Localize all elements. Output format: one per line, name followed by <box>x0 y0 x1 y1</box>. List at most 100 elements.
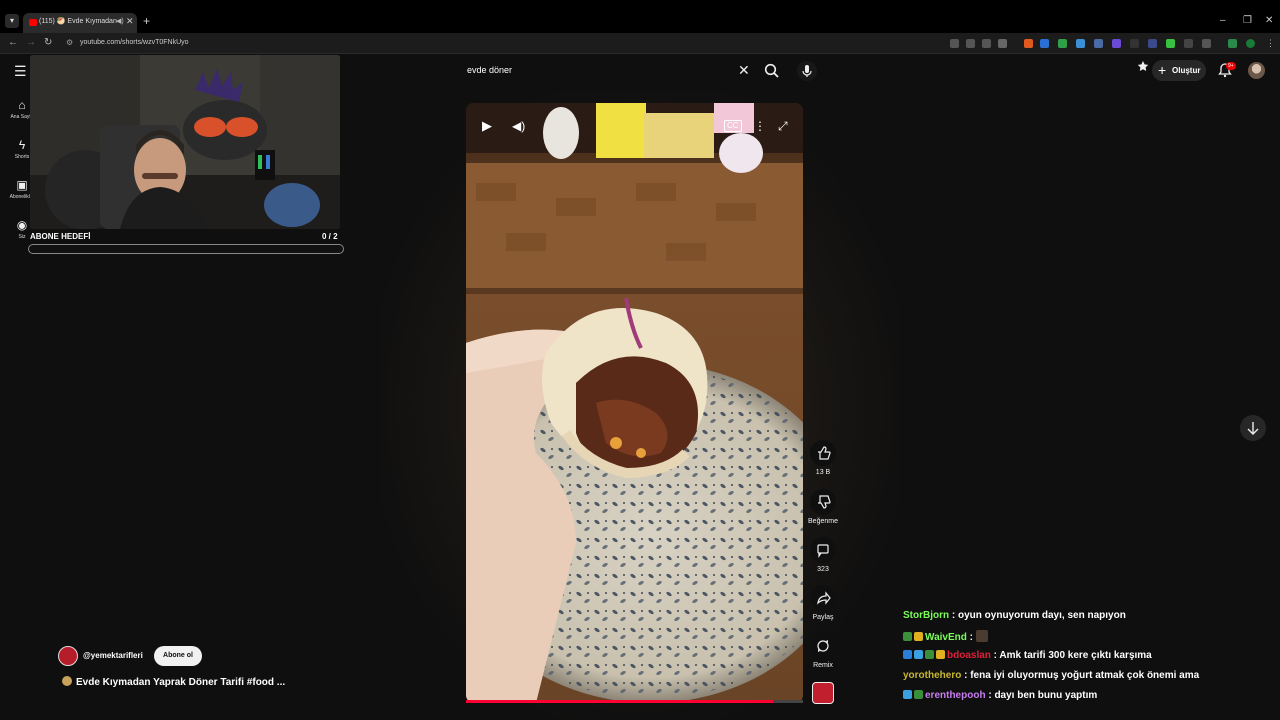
thumbs-up-icon <box>810 440 836 466</box>
chat-badge-icon <box>936 650 945 659</box>
chat-message: erenthepooh : dayı ben bunu yaptım <box>903 690 1097 701</box>
subscribe-button[interactable]: Abone ol <box>154 646 202 666</box>
hamburger-menu-icon[interactable]: ☰ <box>14 64 27 78</box>
browser-tab-bar: ▾ (115) 🥙 Evde Kıymadan Ya... ◀) ✕ + – ❐… <box>0 0 1280 33</box>
profile-icon[interactable] <box>1246 39 1255 48</box>
chat-badge-icon <box>903 690 912 699</box>
dislike-button[interactable]: Beğenme <box>806 489 840 525</box>
tab-title: (115) 🥙 Evde Kıymadan Ya... <box>39 18 119 25</box>
streamer-webcam <box>30 55 340 229</box>
thumbs-down-icon <box>810 489 836 515</box>
chat-username: yorothehero <box>903 670 962 681</box>
zoom-icon[interactable] <box>966 39 975 48</box>
like-count: 13 B <box>815 469 831 476</box>
search-input[interactable]: evde döner <box>467 65 512 75</box>
tab-close-icon[interactable]: ✕ <box>126 16 134 27</box>
chat-text: : <box>966 632 976 643</box>
eye-off-icon[interactable] <box>982 39 991 48</box>
comment-icon <box>810 537 836 563</box>
channel-handle[interactable]: @yemektarifleri <box>83 651 143 660</box>
extension-icon[interactable] <box>1130 39 1139 48</box>
subscriber-goal-label: ABONE HEDEFİ <box>30 232 91 241</box>
shorts-video-player[interactable]: ▶ ◀) CC ⋮ ⤢ <box>466 103 803 703</box>
extension-icon[interactable] <box>1058 39 1067 48</box>
extension-icon[interactable] <box>1076 39 1085 48</box>
microphone-icon[interactable] <box>797 61 817 81</box>
create-label: Oluştur <box>1172 66 1201 75</box>
chat-username: WaivEnd <box>925 632 967 643</box>
remix-label: Remix <box>813 662 833 669</box>
video-frame <box>466 103 803 703</box>
speaker-icon[interactable]: ◀) <box>116 17 124 25</box>
reload-icon[interactable]: ↻ <box>44 37 52 49</box>
video-progress-fill <box>466 700 773 703</box>
remix-button[interactable]: Remix <box>806 633 840 669</box>
forward-icon[interactable]: → <box>26 37 36 49</box>
tab-search-button[interactable]: ▾ <box>5 14 19 28</box>
next-video-button[interactable] <box>1240 415 1266 441</box>
comments-button[interactable]: 323 <box>806 537 840 573</box>
captions-icon[interactable]: CC <box>724 120 742 132</box>
address-bar[interactable]: ⚙ youtube.com/shorts/wzvT0FNkUyo <box>60 35 1060 52</box>
search-icon[interactable] <box>763 62 781 80</box>
extension-icon[interactable] <box>1024 39 1033 48</box>
fullscreen-icon[interactable]: ⤢ <box>778 119 788 133</box>
cast-icon[interactable] <box>950 39 959 48</box>
extensions-puzzle-icon[interactable] <box>1202 39 1211 48</box>
food-emoji-icon <box>62 676 72 686</box>
back-icon[interactable]: ← <box>8 37 18 49</box>
minimize-icon[interactable]: – <box>1220 15 1226 27</box>
chat-message: bdoaslan : Amk tarifi 300 kere çıktı kar… <box>903 650 1152 661</box>
share-button[interactable]: Paylaş <box>806 585 840 621</box>
chat-text: : oyun oynuyorum dayı, sen napıyon <box>949 610 1126 621</box>
chat-text: : Amk tarifi 300 kere çıktı karşıma <box>990 650 1152 661</box>
extension-icon[interactable] <box>1166 39 1175 48</box>
extension-icon[interactable] <box>1112 39 1121 48</box>
more-options-icon[interactable]: ⋮ <box>754 119 766 133</box>
chat-badge-icon <box>903 632 912 641</box>
avatar[interactable] <box>1248 62 1265 79</box>
url-text: youtube.com/shorts/wzvT0FNkUyo <box>80 39 189 46</box>
video-progress-bar[interactable] <box>466 700 803 703</box>
video-title[interactable]: Evde Kıymadan Yaprak Döner Tarifi #food … <box>62 676 285 688</box>
extension-icon[interactable] <box>1184 39 1193 48</box>
create-button[interactable]: + Oluştur <box>1152 60 1206 81</box>
new-tab-button[interactable]: + <box>143 15 150 27</box>
extension-icon[interactable] <box>1228 39 1237 48</box>
plus-icon: + <box>1158 62 1167 78</box>
browser-toolbar: ← → ↻ ⚙ youtube.com/shorts/wzvT0FNkUyo ⋮ <box>0 33 1280 54</box>
share-label: Paylaş <box>812 614 834 621</box>
channel-avatar-thumbnail[interactable] <box>812 682 834 704</box>
restore-icon[interactable]: ❐ <box>1243 15 1252 27</box>
play-icon[interactable]: ▶ <box>482 119 492 133</box>
volume-icon[interactable]: ◀) <box>512 119 525 133</box>
subscriber-goal-bar <box>28 244 344 254</box>
extension-icon[interactable] <box>1040 39 1049 48</box>
chat-username: erenthepooh <box>925 690 986 701</box>
extension-icon[interactable] <box>1094 39 1103 48</box>
site-info-icon[interactable]: ⚙ <box>66 38 73 47</box>
like-button[interactable]: 13 B <box>806 440 840 476</box>
chat-message: yorothehero : fena iyi oluyormuş yoğurt … <box>903 670 1199 681</box>
close-window-icon[interactable]: ✕ <box>1265 15 1273 27</box>
channel-avatar[interactable] <box>58 646 78 666</box>
clear-search-icon[interactable]: ✕ <box>738 62 750 78</box>
notification-badge: 9+ <box>1226 62 1236 70</box>
extension-icon[interactable] <box>1148 39 1157 48</box>
youtube-favicon-icon <box>29 19 37 26</box>
cast-device-icon[interactable] <box>1136 60 1150 79</box>
chat-message: WaivEnd : <box>903 630 988 643</box>
chat-badge-icon <box>903 650 912 659</box>
remix-icon <box>810 633 836 659</box>
video-title-text: Evde Kıymadan Yaprak Döner Tarifi #food … <box>76 677 286 688</box>
chat-text: : fena iyi oluyormuş yoğurt atmak çok ön… <box>961 670 1200 681</box>
chat-badge-icon <box>925 650 934 659</box>
chat-badge-icon <box>914 632 923 641</box>
browser-tab[interactable]: (115) 🥙 Evde Kıymadan Ya... ◀) ✕ <box>23 13 137 33</box>
search-box[interactable]: evde döner ✕ <box>460 60 785 82</box>
chat-emote-icon <box>975 630 988 642</box>
bookmark-star-icon[interactable] <box>998 39 1007 48</box>
subscriber-goal-count: 0 / 2 <box>322 232 338 241</box>
chat-badge-icon <box>914 650 923 659</box>
browser-menu-icon[interactable]: ⋮ <box>1266 39 1275 48</box>
